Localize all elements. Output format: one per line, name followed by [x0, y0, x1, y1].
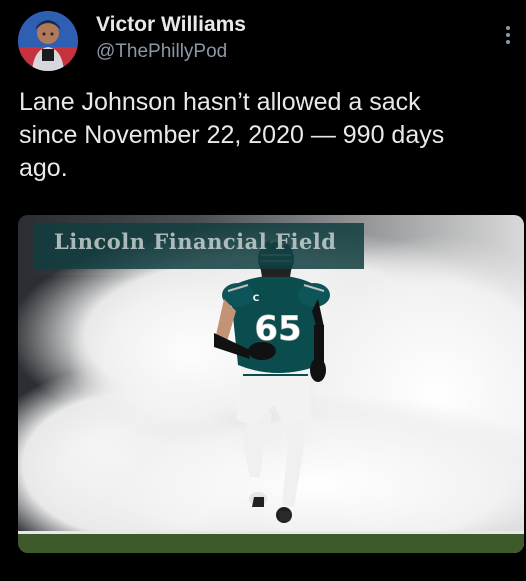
more-vertical-icon [506, 26, 510, 44]
more-options-button[interactable] [496, 18, 520, 52]
captain-patch: C [253, 294, 260, 304]
display-name[interactable]: Victor Williams [96, 12, 246, 38]
tweet-media-photo[interactable]: 65 C Lincoln Financial Field [18, 215, 524, 553]
tweet-text: Lane Johnson hasn’t allowed a sack since… [19, 88, 445, 182]
user-handle[interactable]: @ThePhillyPod [96, 39, 246, 65]
avatar-image [18, 11, 78, 71]
avatar[interactable] [18, 11, 78, 71]
tweet-header: Victor Williams @ThePhillyPod [0, 0, 526, 80]
jersey-number: 65 [254, 309, 301, 349]
user-block[interactable]: Victor Williams @ThePhillyPod [96, 12, 246, 65]
stadium-sign-text: Lincoln Financial Field [54, 229, 337, 254]
